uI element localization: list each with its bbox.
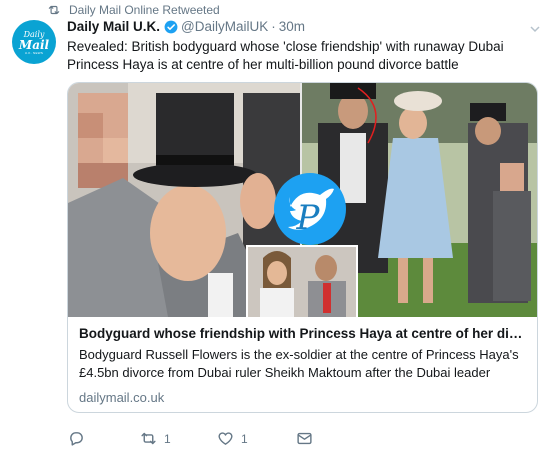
tweet-header: Daily Mail U.K. @DailyMailUK · 30m xyxy=(67,19,305,34)
watermark-letter: P xyxy=(296,198,321,238)
retweet-count: 1 xyxy=(164,431,171,446)
author-handle[interactable]: @DailyMailUK xyxy=(181,19,268,34)
card-body[interactable]: Bodyguard whose friendship with Princess… xyxy=(68,317,537,412)
heart-icon xyxy=(218,432,233,445)
retweet-context-label[interactable]: Daily Mail Online Retweeted xyxy=(69,3,220,17)
link-card[interactable]: P Bodyguard whose friendship with Prince… xyxy=(67,82,538,413)
avatar-logo-line3: U.K. NEWS xyxy=(24,50,44,55)
reply-icon xyxy=(70,432,83,446)
card-photo-collage: P xyxy=(68,83,537,317)
retweet-icon xyxy=(141,432,156,445)
like-count: 1 xyxy=(241,431,248,446)
card-domain[interactable]: dailymail.co.uk xyxy=(79,389,526,406)
photo-inset-couple xyxy=(246,245,358,317)
verified-badge-icon xyxy=(164,20,178,33)
header-separator: · xyxy=(271,19,276,34)
twitter-watermark-icon: P xyxy=(274,173,346,245)
card-description: Bodyguard Russell Flowers is the ex-sold… xyxy=(79,347,519,380)
card-title[interactable]: Bodyguard whose friendship with Princess… xyxy=(79,325,526,343)
chevron-down-icon[interactable] xyxy=(530,24,540,34)
author-name[interactable]: Daily Mail U.K. xyxy=(67,19,160,34)
tweet-timestamp[interactable]: 30m xyxy=(279,19,305,34)
retweet-context: Daily Mail Online Retweeted xyxy=(47,3,220,17)
reply-button[interactable] xyxy=(68,430,140,447)
retweet-button[interactable]: 1 xyxy=(140,430,217,447)
direct-message-button[interactable] xyxy=(296,430,313,447)
avatar-logo-line2: Mail xyxy=(18,37,50,52)
envelope-icon xyxy=(297,432,312,445)
like-button[interactable]: 1 xyxy=(217,430,296,447)
avatar[interactable]: Daily Mail U.K. NEWS xyxy=(12,20,56,64)
card-image[interactable]: P xyxy=(68,83,537,317)
tweet-text: Revealed: British bodyguard whose 'close… xyxy=(67,39,504,72)
tweet-actions: 1 1 xyxy=(68,430,313,447)
retweet-icon xyxy=(48,5,60,15)
